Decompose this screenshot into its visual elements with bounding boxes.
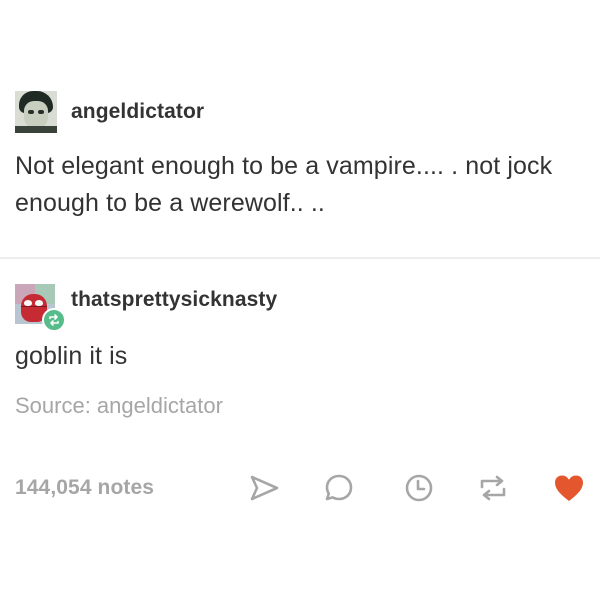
avatar-collar [15,126,57,133]
notes-count[interactable]: 144,054 notes [15,476,154,500]
avatar-web-line [21,306,47,307]
post-header: thatsprettysicknasty [15,284,585,332]
share-icon[interactable] [247,470,283,506]
avatar-eye [24,300,32,306]
source-link[interactable]: Source: angeldictator [15,393,585,419]
avatar-eye [38,110,44,114]
reply-icon[interactable] [321,470,357,506]
heart-icon[interactable] [551,470,587,506]
reblog-icon[interactable] [475,470,511,506]
reblog-badge-icon [42,308,66,332]
avatar-face [24,101,48,129]
avatar-eye [28,110,34,114]
username[interactable]: thatsprettysicknasty [71,288,277,312]
clock-icon[interactable] [401,470,437,506]
username[interactable]: angeldictator [71,100,204,124]
reblog-entry-reply: thatsprettysicknasty goblin it is Source… [15,284,585,419]
post-footer: 144,054 notes [15,468,590,508]
post-text: goblin it is [15,342,128,370]
avatar-eye [35,300,43,306]
reblog-entry-original: angeldictator Not elegant enough to be a… [15,90,585,222]
divider [0,257,600,259]
post-text: Not elegant enough to be a vampire.... .… [15,152,553,217]
post-header: angeldictator [15,90,585,134]
tumblr-post: angeldictator Not elegant enough to be a… [0,0,600,600]
avatar-group[interactable] [15,284,66,332]
avatar[interactable] [15,91,57,133]
